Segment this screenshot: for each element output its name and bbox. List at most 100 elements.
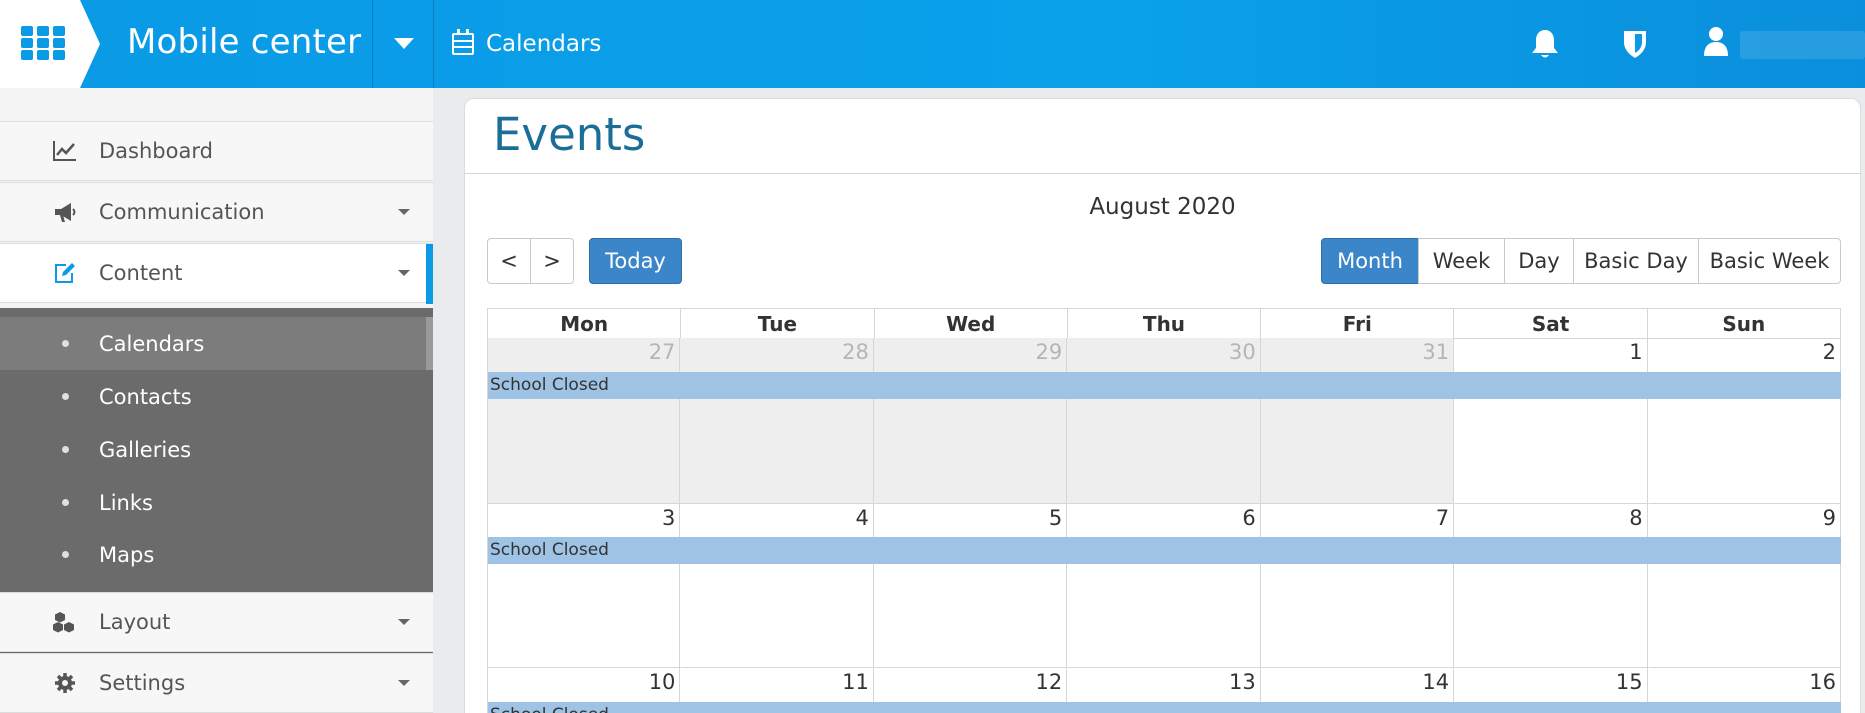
breadcrumb[interactable]: Calendars: [452, 29, 601, 59]
apps-grid-icon[interactable]: [21, 26, 65, 60]
day-number: 12: [1035, 670, 1063, 694]
sidebar-subitem-label: Calendars: [99, 331, 205, 356]
shield-icon[interactable]: [1622, 28, 1648, 60]
day-cell[interactable]: 6: [1067, 504, 1261, 668]
bullet-icon: [62, 393, 69, 400]
weekday-label: Sat: [1454, 309, 1648, 339]
sidebar-subitem-maps[interactable]: Maps: [0, 528, 433, 581]
day-cell[interactable]: 31: [1260, 338, 1455, 504]
sidebar-item-label: Communication: [99, 200, 265, 224]
sidebar-subitem-label: Contacts: [99, 384, 192, 409]
sidebar: Dashboard Communication Content Calendar…: [0, 88, 433, 713]
day-number: 13: [1228, 670, 1256, 694]
day-cell[interactable]: 29: [873, 338, 1068, 504]
cubes-icon: [53, 612, 74, 633]
day-number: 9: [1822, 506, 1836, 530]
day-cell[interactable]: 4: [680, 504, 874, 668]
day-number: 7: [1435, 506, 1450, 530]
sidebar-subitem-label: Maps: [99, 542, 155, 567]
view-month-button[interactable]: Month: [1321, 238, 1419, 284]
sidebar-subitem-label: Links: [99, 490, 153, 515]
sidebar-item-settings[interactable]: Settings: [0, 653, 433, 713]
day-cell[interactable]: 27: [487, 338, 681, 504]
view-basic-day-button[interactable]: Basic Day: [1573, 238, 1699, 284]
sidebar-item-label: Layout: [99, 610, 171, 634]
bullet-icon: [62, 551, 69, 558]
day-cell[interactable]: 9: [1647, 504, 1841, 668]
day-number: 3: [662, 506, 676, 530]
bullet-icon: [62, 446, 69, 453]
month-calendar: Mon Tue Wed Thu Fri Sat Sun 27 28 29 30 …: [487, 308, 1841, 713]
day-number: 2: [1822, 340, 1836, 364]
day-number: 27: [648, 340, 676, 364]
weekday-label: Sun: [1647, 309, 1841, 339]
next-button[interactable]: >: [530, 238, 574, 284]
day-cell[interactable]: 8: [1454, 504, 1648, 668]
user-icon[interactable]: [1703, 26, 1729, 58]
day-number: 11: [842, 670, 869, 694]
megaphone-icon: [55, 203, 76, 222]
day-cell[interactable]: 3: [487, 504, 681, 668]
day-number: 14: [1422, 670, 1450, 694]
gear-icon: [55, 673, 75, 693]
sidebar-subitem-galleries[interactable]: Galleries: [0, 423, 433, 476]
app-title: Mobile center: [127, 22, 362, 62]
header-divider: [372, 0, 373, 88]
line-chart-icon: [53, 141, 76, 161]
day-number: 30: [1228, 340, 1256, 364]
view-basic-week-button[interactable]: Basic Week: [1698, 238, 1841, 284]
sidebar-item-content[interactable]: Content: [0, 243, 433, 304]
calendar-week: 3 4 5 6 7 8 9 School Closed: [487, 504, 1841, 668]
weekday-label: Mon: [488, 309, 682, 339]
day-cell[interactable]: 30: [1067, 338, 1261, 504]
view-week-button[interactable]: Week: [1418, 238, 1505, 284]
today-button[interactable]: Today: [589, 238, 682, 284]
sidebar-item-label: Settings: [99, 671, 186, 695]
sidebar-subitem-contacts[interactable]: Contacts: [0, 370, 433, 423]
view-day-button[interactable]: Day: [1504, 238, 1574, 284]
sidebar-subitem-label: Galleries: [99, 437, 192, 462]
day-number: 28: [842, 340, 869, 364]
day-number: 5: [1048, 506, 1063, 530]
weekday-label: Fri: [1261, 309, 1455, 339]
day-cell[interactable]: 5: [873, 504, 1068, 668]
day-number: 15: [1615, 670, 1643, 694]
calendar-event[interactable]: School Closed: [488, 372, 1841, 399]
chevron-down-icon: [398, 619, 410, 625]
day-number: 6: [1242, 506, 1256, 530]
calendar-week: 27 28 29 30 31 1 2 School Closed: [487, 338, 1841, 504]
sidebar-subitem-calendars[interactable]: Calendars: [0, 317, 433, 370]
calendar-event[interactable]: School Closed: [488, 702, 1841, 713]
breadcrumb-label: Calendars: [486, 31, 602, 57]
day-number: 31: [1422, 340, 1450, 364]
header-divider: [433, 0, 434, 88]
sidebar-subitem-links[interactable]: Links: [0, 476, 433, 529]
sidebar-item-label: Dashboard: [99, 139, 213, 163]
sidebar-item-communication[interactable]: Communication: [0, 182, 433, 242]
day-number: 29: [1035, 340, 1063, 364]
sidebar-item-dashboard[interactable]: Dashboard: [0, 121, 433, 181]
title-divider: [464, 173, 1861, 174]
edit-icon: [55, 263, 75, 283]
page-title: Events: [493, 108, 646, 161]
chevron-down-icon[interactable]: [394, 38, 414, 49]
weekday-label: Thu: [1067, 309, 1262, 339]
bullet-icon: [62, 340, 69, 347]
sidebar-item-layout[interactable]: Layout: [0, 592, 433, 652]
calendar-week: 10 11 12 13 14 15 16 School Closed: [487, 668, 1841, 713]
day-cell[interactable]: 1: [1454, 338, 1648, 504]
user-name[interactable]: [1740, 31, 1865, 59]
prev-button[interactable]: <: [487, 238, 531, 284]
day-cell[interactable]: 2: [1647, 338, 1841, 504]
chevron-down-icon: [398, 270, 410, 276]
top-bar: Mobile center Calendars: [0, 0, 1865, 88]
day-number: 10: [648, 670, 676, 694]
sidebar-item-label: Content: [99, 261, 183, 285]
weekday-header: Mon Tue Wed Thu Fri Sat Sun: [487, 308, 1841, 339]
chevron-down-icon: [398, 680, 410, 686]
chevron-down-icon: [398, 209, 410, 215]
bell-icon[interactable]: [1530, 28, 1560, 60]
calendar-event[interactable]: School Closed: [488, 537, 1841, 564]
day-cell[interactable]: 28: [680, 338, 874, 504]
day-cell[interactable]: 7: [1260, 504, 1455, 668]
